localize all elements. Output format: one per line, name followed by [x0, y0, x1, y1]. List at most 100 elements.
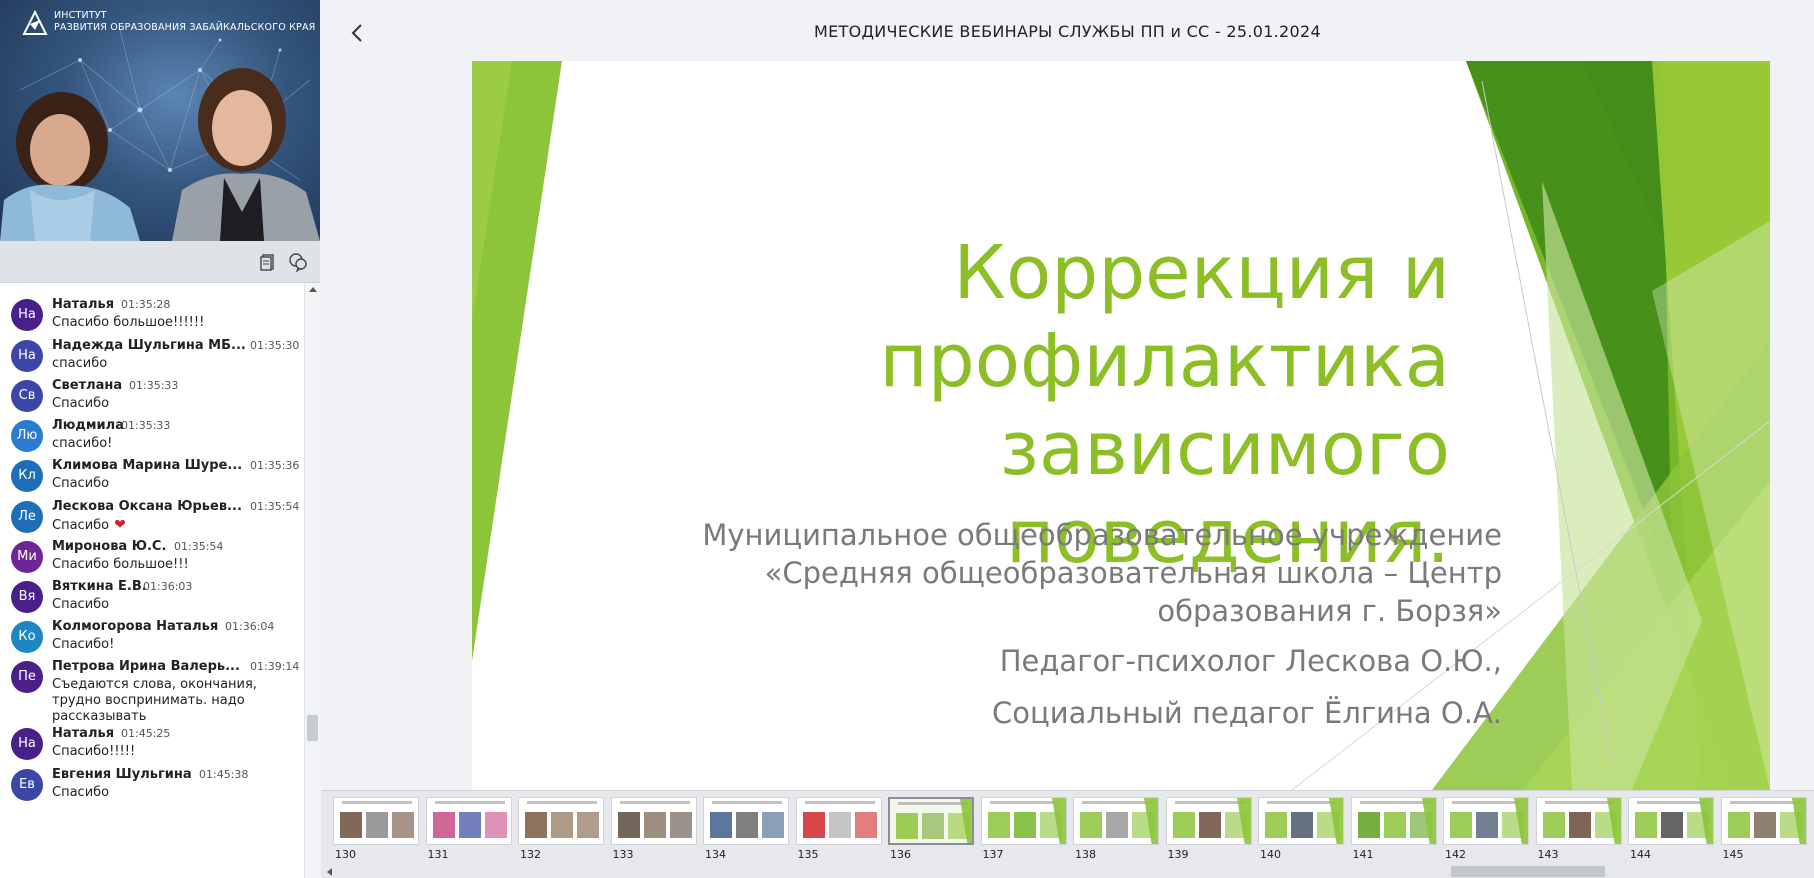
slide-thumbnail-preview: [426, 798, 511, 844]
slide-thumbnail-number: 131: [427, 848, 449, 861]
slide-thumbnail-number: 133: [612, 848, 634, 861]
avatar: Вя: [11, 581, 43, 613]
slide-thumbnail-preview: [1166, 798, 1251, 844]
message-time: 01:45:25: [121, 727, 171, 740]
slide-thumbnail[interactable]: [980, 797, 1067, 845]
slide-thumbnail[interactable]: [1535, 797, 1622, 845]
chat-message: Пе Петрова Ирина Валерь... 01:39:14 Съедают…: [0, 659, 304, 725]
slide-thumbnail-number: 135: [797, 848, 819, 861]
message-text-content: Съедаются слова, окончания, трудно воспр…: [52, 677, 257, 724]
slide-thumbnail[interactable]: [610, 797, 697, 845]
slide-thumbnail-preview: [890, 799, 972, 843]
slide-thumbnail-preview: [611, 798, 696, 844]
slide-filmstrip[interactable]: 130 131 132 133 134 135 136 137 138 139 140 141 142 1…: [321, 790, 1814, 878]
slide-thumbnail-preview: [1259, 798, 1343, 844]
avatar: Ле: [11, 501, 43, 533]
filmstrip-scrollbar[interactable]: [321, 863, 1814, 877]
slide-thumbnail-number: 138: [1075, 848, 1096, 861]
slide-thumbnail[interactable]: [1443, 797, 1529, 845]
slide-thumbnail-number: 132: [520, 848, 541, 861]
message-text-content: Спасибо большое!!!!!!: [52, 315, 205, 330]
message-text: Спасибо большое!!!: [52, 557, 292, 573]
chat-message: Кл Климова Марина Шуре... 01:35:36 Спасибо: [0, 458, 304, 504]
message-time: 01:36:03: [143, 580, 193, 593]
message-text-content: спасибо: [52, 356, 108, 371]
slide-thumbnail-preview: [519, 798, 603, 844]
message-text-content: Спасибо: [52, 597, 110, 612]
slide-thumbnail[interactable]: [1165, 797, 1252, 845]
slide-thumbnail[interactable]: [1720, 797, 1807, 845]
slide-thumbnail-preview: [1721, 798, 1806, 844]
avatar: Лю: [11, 420, 43, 452]
webinar-app: ИНСТИТУТ РАЗВИТИЯ ОБРАЗОВАНИЯ ЗАБАЙКАЛЬС…: [0, 0, 1814, 878]
message-text: Спасибо ❤: [52, 517, 292, 534]
avatar: Пе: [11, 661, 43, 693]
message-time: 01:35:33: [129, 379, 179, 392]
slide-thumbnail[interactable]: [1628, 797, 1714, 845]
notes-icon[interactable]: [258, 252, 278, 272]
slide-thumbnail-preview: [334, 798, 418, 844]
slide-thumbnail-preview: [1444, 798, 1528, 844]
brand-line-1: ИНСТИТУТ: [54, 10, 107, 21]
message-author: Наталья: [52, 297, 115, 312]
chat-scrollbar-thumb[interactable]: [307, 715, 318, 741]
slide-org-line-3: образования г. Борзя»: [1157, 594, 1502, 628]
message-time: 01:36:04: [225, 620, 275, 633]
slide-thumbnail[interactable]: [1258, 797, 1344, 845]
webinar-title: МЕТОДИЧЕСКИЕ ВЕБИНАРЫ СЛУЖБЫ ПП и СС - 2…: [814, 22, 1321, 41]
message-time: 01:39:14: [250, 660, 300, 673]
scroll-left-arrow-icon[interactable]: [327, 868, 332, 876]
slide-thumbnail-number: 141: [1352, 848, 1374, 861]
message-text: Спасибо: [52, 597, 292, 613]
slide-thumbnail-preview: [1629, 798, 1713, 844]
video-feed[interactable]: ИНСТИТУТ РАЗВИТИЯ ОБРАЗОВАНИЯ ЗАБАЙКАЛЬС…: [0, 0, 320, 241]
chat-message: Ев Евгения Шульгина 01:45:38 Спасибо: [0, 767, 304, 813]
slide-thumbnail[interactable]: [518, 797, 604, 845]
message-time: 01:35:36: [250, 459, 300, 472]
message-text: Спасибо!!!!!: [52, 744, 292, 760]
slide-thumbnail[interactable]: [333, 797, 419, 845]
slide-thumbnail[interactable]: [1350, 797, 1437, 845]
slide-thumbnail[interactable]: [795, 797, 882, 845]
chat-bubbles-icon[interactable]: [288, 252, 308, 272]
scroll-up-arrow-icon[interactable]: [309, 287, 317, 292]
message-author: Колмогорова Наталья: [52, 619, 219, 634]
message-text: спасибо!: [52, 436, 292, 452]
message-time: 01:35:33: [121, 419, 171, 432]
message-time: 01:45:38: [199, 768, 249, 781]
chat-message-list[interactable]: На Наталья 01:35:28 Спасибо большое!!!!!! На…: [0, 283, 304, 878]
message-author: Светлана: [52, 378, 123, 393]
message-text-content: Спасибо: [52, 396, 110, 411]
current-slide: Коррекция и профилактика зависимого пове…: [472, 61, 1770, 790]
slide-presenter-2: Социальный педагог Ёлгина О.А.: [992, 696, 1502, 730]
message-text-content: Спасибо: [52, 518, 110, 533]
message-author: Наталья: [52, 726, 115, 741]
message-text: Спасибо: [52, 396, 292, 412]
slide-thumbnail[interactable]: [1073, 797, 1159, 845]
message-author: Надежда Шульгина МБ...: [52, 338, 246, 353]
slide-thumbnail-preview: [796, 798, 881, 844]
message-author: Вяткина Е.В.: [52, 579, 147, 594]
slide-thumbnail-preview: [1351, 798, 1436, 844]
message-time: 01:35:54: [174, 540, 224, 553]
chat-scrollbar[interactable]: [304, 283, 320, 878]
heart-emoji-icon: ❤: [114, 517, 126, 533]
message-text: спасибо: [52, 356, 292, 372]
avatar: На: [11, 340, 43, 372]
message-text-content: Спасибо: [52, 476, 110, 491]
slide-thumbnail[interactable]: [888, 797, 974, 845]
slide-thumbnail[interactable]: [425, 797, 512, 845]
message-text: Спасибо: [52, 785, 292, 801]
message-time: 01:35:54: [250, 500, 300, 513]
slide-thumbnail-number: 139: [1167, 848, 1189, 861]
slide-title-line-1: Коррекция и: [953, 230, 1450, 316]
filmstrip-scrollbar-thumb[interactable]: [1451, 866, 1605, 877]
slide-thumbnail-number: 140: [1260, 848, 1281, 861]
slide-thumbnail[interactable]: [703, 797, 789, 845]
slide-title-line-2: профилактика: [879, 318, 1450, 404]
message-time: 01:35:30: [250, 339, 300, 352]
message-text-content: спасибо!: [52, 436, 113, 451]
presentation-area: МЕТОДИЧЕСКИЕ ВЕБИНАРЫ СЛУЖБЫ ПП и СС - 2…: [321, 0, 1814, 878]
participant-right: [172, 68, 320, 241]
message-text: Спасибо!: [52, 637, 292, 653]
